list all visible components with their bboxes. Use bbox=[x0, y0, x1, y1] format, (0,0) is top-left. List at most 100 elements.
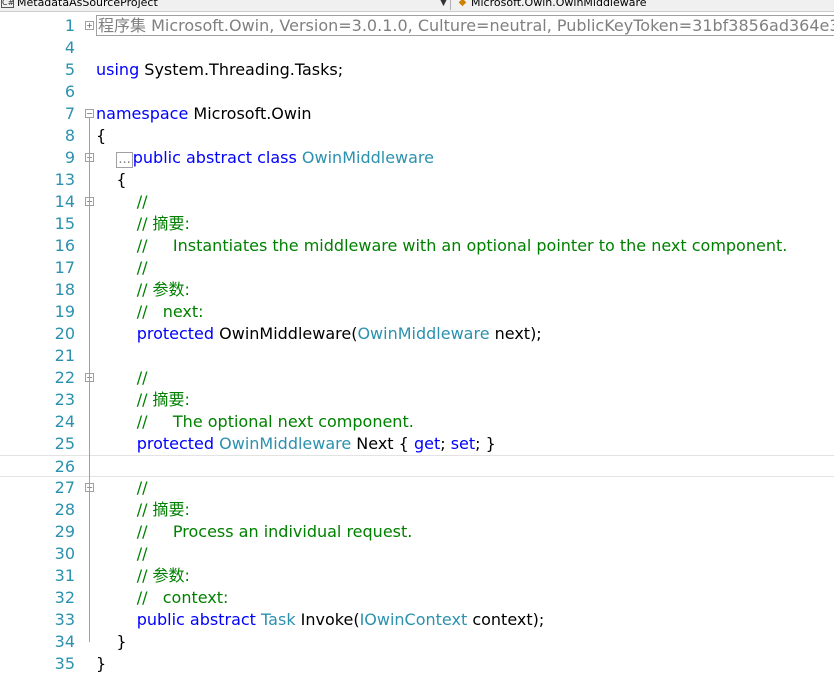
code-editor[interactable]: 1 + 程序集 Microsoft.Owin, Version=3.0.1.0, C… bbox=[0, 15, 834, 682]
code-line[interactable]: 8{ bbox=[0, 125, 834, 147]
code-line[interactable]: 5 using System.Threading.Tasks; bbox=[0, 59, 834, 81]
line-number: 26 bbox=[54, 457, 75, 476]
code-line[interactable]: 7 − namespace Microsoft.Owin bbox=[0, 103, 834, 125]
code-text: // context: bbox=[96, 587, 229, 609]
keyword-token: class bbox=[257, 148, 297, 167]
code-text: namespace Microsoft.Owin bbox=[96, 103, 312, 125]
code-text: // 参数: bbox=[96, 565, 190, 587]
line-number: 20 bbox=[54, 324, 75, 343]
code-line[interactable]: 1 + 程序集 Microsoft.Owin, Version=3.0.1.0, C… bbox=[0, 15, 834, 37]
line-number: 5 bbox=[64, 60, 75, 79]
code-line[interactable]: 34 } bbox=[0, 631, 834, 653]
code-token: Invoke( bbox=[295, 610, 360, 629]
line-number: 33 bbox=[54, 610, 75, 629]
line-number: 34 bbox=[54, 632, 75, 651]
code-text: { bbox=[96, 125, 106, 147]
csharp-project-icon: C# bbox=[1, 0, 15, 8]
code-line[interactable]: 9+ ...public abstract class OwinMiddlewa… bbox=[0, 147, 834, 169]
code-text: public abstract Task Invoke(IOwinContext… bbox=[96, 609, 545, 631]
code-token: next); bbox=[489, 324, 542, 343]
keyword-token: set bbox=[450, 434, 476, 453]
comment-token: // next: bbox=[96, 302, 204, 321]
line-number: 35 bbox=[54, 654, 75, 673]
code-line[interactable]: 32 // context: bbox=[0, 587, 834, 609]
code-text: // bbox=[96, 257, 148, 279]
code-line[interactable]: 26 bbox=[0, 455, 834, 477]
class-dropdown[interactable]: ◆ Microsoft.Owin.OwinMiddleware bbox=[456, 0, 834, 10]
collapsed-region-marker[interactable]: ... bbox=[116, 152, 133, 168]
keyword-token: public bbox=[136, 610, 185, 629]
code-line[interactable]: 24 // The optional next component. bbox=[0, 411, 834, 433]
expand-outline-icon[interactable]: + bbox=[85, 21, 94, 30]
code-text: // bbox=[96, 543, 148, 565]
code-line[interactable]: 6 bbox=[0, 81, 834, 103]
code-line[interactable]: 29 // Process an individual request. bbox=[0, 521, 834, 543]
code-text: // Process an individual request. bbox=[96, 521, 413, 543]
code-text: // bbox=[96, 477, 148, 499]
code-token: Microsoft.Owin bbox=[188, 104, 312, 123]
comment-token: // bbox=[96, 544, 148, 563]
class-icon: ◆ bbox=[458, 0, 467, 8]
code-line[interactable]: 14− // bbox=[0, 191, 834, 213]
line-number: 32 bbox=[54, 588, 75, 607]
comment-token: // bbox=[96, 368, 148, 387]
code-line[interactable]: 19 // next: bbox=[0, 301, 834, 323]
keyword-token: get bbox=[413, 434, 441, 453]
comment-token: // 摘要: bbox=[96, 390, 190, 409]
code-line[interactable]: 27− // bbox=[0, 477, 834, 499]
fold-guide-line bbox=[89, 470, 90, 620]
line-number: 15 bbox=[54, 214, 75, 233]
project-dropdown[interactable]: C# MetadataAsSourceProject bbox=[0, 0, 451, 10]
code-line[interactable]: 15 // 摘要: bbox=[0, 213, 834, 235]
fold-guide-line bbox=[89, 382, 90, 444]
code-line[interactable]: 23 // 摘要: bbox=[0, 389, 834, 411]
class-dropdown-label: Microsoft.Owin.OwinMiddleware bbox=[471, 0, 647, 9]
code-text: // bbox=[96, 367, 148, 389]
comment-token: // bbox=[96, 192, 148, 211]
code-line[interactable]: 4 bbox=[0, 37, 834, 59]
code-line[interactable]: 30 // bbox=[0, 543, 834, 565]
line-number: 8 bbox=[64, 126, 75, 145]
code-line[interactable]: 31 // 参数: bbox=[0, 565, 834, 587]
keyword-token: abstract bbox=[185, 148, 253, 167]
code-text: // bbox=[96, 191, 148, 213]
line-number: 21 bbox=[54, 346, 75, 365]
code-line[interactable]: 33 public abstract Task Invoke(IOwinCont… bbox=[0, 609, 834, 631]
code-line[interactable]: 28 // 摘要: bbox=[0, 499, 834, 521]
code-line[interactable]: 13 { bbox=[0, 169, 834, 191]
line-number: 9 bbox=[64, 148, 75, 167]
code-line[interactable]: 22− // bbox=[0, 367, 834, 389]
code-line[interactable]: 20 protected OwinMiddleware(OwinMiddlewa… bbox=[0, 323, 834, 345]
comment-token: // 参数: bbox=[96, 280, 190, 299]
code-text: // 摘要: bbox=[96, 213, 190, 235]
line-number: 14 bbox=[54, 192, 75, 211]
code-text: // 参数: bbox=[96, 279, 190, 301]
code-text: ... public abstract class OwinMiddleware bbox=[96, 147, 434, 169]
code-line[interactable]: 35} bbox=[0, 653, 834, 675]
line-number: 25 bbox=[54, 434, 75, 453]
code-token: Next { bbox=[351, 434, 414, 453]
code-text: protected OwinMiddleware(OwinMiddleware … bbox=[96, 323, 542, 345]
line-number: 16 bbox=[54, 236, 75, 255]
code-line[interactable]: 21 bbox=[0, 345, 834, 367]
type-token: IOwinContext bbox=[359, 610, 468, 629]
code-token: { bbox=[96, 170, 127, 189]
chevron-down-icon[interactable]: ▼ bbox=[440, 0, 447, 10]
code-text: } bbox=[96, 653, 106, 675]
code-line[interactable]: 17 // bbox=[0, 257, 834, 279]
comment-token: // Process an individual request. bbox=[96, 522, 413, 541]
code-token: { bbox=[96, 126, 107, 145]
code-line[interactable]: 25 protected OwinMiddleware Next { get; … bbox=[0, 433, 834, 455]
code-text: // next: bbox=[96, 301, 204, 323]
code-token: } bbox=[96, 632, 127, 651]
code-line[interactable]: 16 // Instantiates the middleware with a… bbox=[0, 235, 834, 257]
collapse-outline-icon[interactable]: − bbox=[85, 109, 94, 118]
comment-token: // context: bbox=[96, 588, 229, 607]
code-token: OwinMiddleware( bbox=[214, 324, 358, 343]
code-line[interactable]: 18 // 参数: bbox=[0, 279, 834, 301]
code-text: // 摘要: bbox=[96, 499, 190, 521]
code-token: System.Threading.Tasks; bbox=[139, 60, 344, 79]
